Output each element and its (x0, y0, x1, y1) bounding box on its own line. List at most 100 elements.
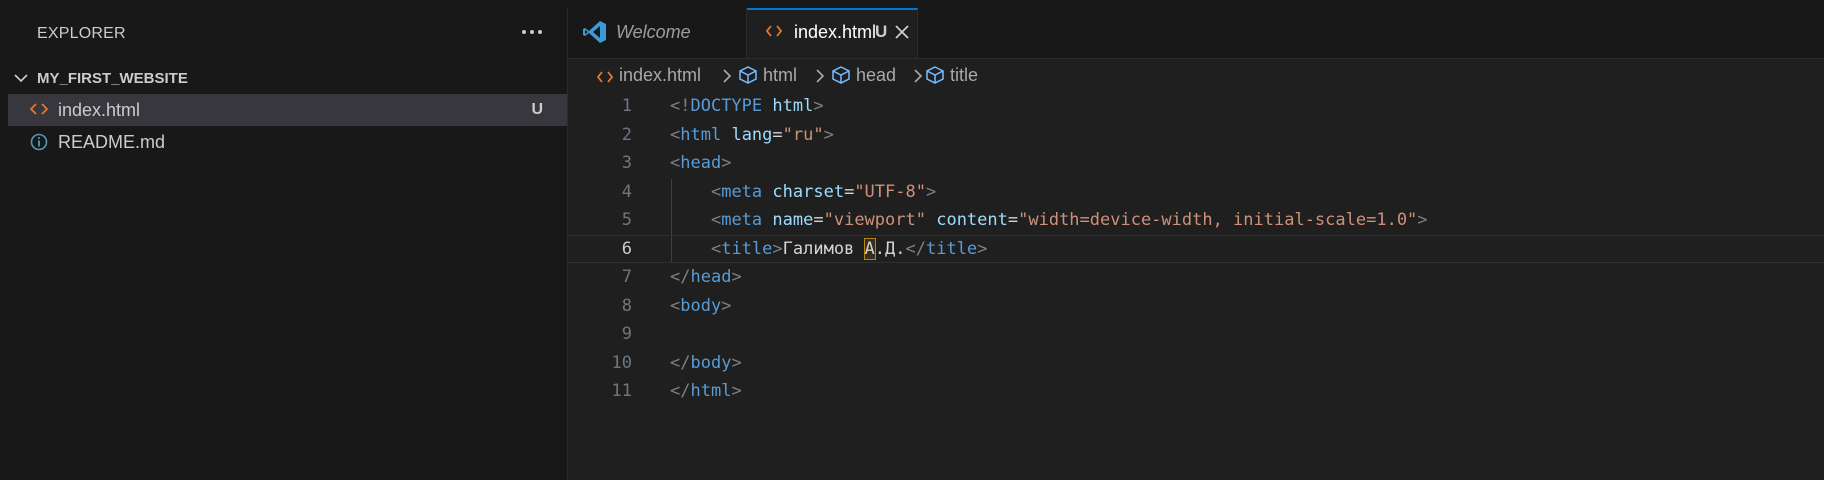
breadcrumb-item-title[interactable]: title (926, 65, 978, 87)
folder-my-first-website[interactable]: MY_FIRST_WEBSITE (0, 64, 567, 94)
breadcrumb-label: html (763, 65, 798, 85)
line-number: 6 (621, 239, 632, 259)
code-token: </ (905, 239, 926, 259)
code-token: < (670, 296, 681, 316)
code-token: "UTF-8" (854, 182, 926, 202)
code-line[interactable]: 4 <meta charset="UTF-8"> (568, 178, 1824, 206)
code-token: Галимов (782, 239, 865, 259)
code-line[interactable]: 7 </head> (568, 263, 1824, 291)
chevron-down-icon (14, 74, 28, 83)
close-icon[interactable] (894, 24, 910, 40)
code-token: < (670, 125, 681, 145)
editor-tab-bar: Welcome index.html U (568, 8, 1824, 59)
code-token: </ (670, 381, 691, 401)
untracked-badge: U (531, 101, 543, 118)
code-token: > (731, 267, 742, 287)
code-token: html (680, 125, 722, 145)
code-token: charset (772, 182, 845, 202)
code-editor[interactable]: 1 <!DOCTYPE html> 2 <html lang="ru"> 3 <head>… (568, 92, 1824, 480)
html-file-icon (30, 103, 48, 115)
code-token: html (690, 381, 732, 401)
explorer-header: EXPLORER (0, 8, 567, 58)
element-cube-icon (739, 66, 757, 84)
file-item-readme-md[interactable]: README.md (8, 126, 567, 158)
breadcrumb-label: index.html (619, 65, 702, 85)
code-token: title (925, 239, 978, 259)
code-token: "ru" (782, 125, 824, 145)
code-token: "viewport" (823, 210, 926, 230)
tab-label: index.html (794, 22, 877, 42)
code-token: title (721, 239, 773, 259)
line-number: 3 (621, 153, 632, 173)
file-label: README.md (58, 132, 166, 152)
code-text: </body> (670, 349, 742, 377)
code-token: > (721, 296, 732, 316)
breadcrumb-item-head[interactable]: head (832, 65, 896, 87)
file-item-index-html[interactable]: index.html U (8, 94, 567, 126)
code-text: <body> (670, 292, 731, 320)
code-token: lang (731, 125, 773, 145)
breadcrumb-item-html[interactable]: html (739, 65, 797, 87)
code-token: head (690, 267, 732, 287)
code-token: > (731, 381, 742, 401)
explorer-title: EXPLORER (37, 25, 126, 42)
code-line[interactable]: 5 <meta name="viewport" content="width=d… (568, 206, 1824, 234)
code-token: </ (670, 267, 691, 287)
code-line[interactable]: 1 <!DOCTYPE html> (568, 92, 1824, 120)
code-token: "width=device-width, initial-scale=1.0" (1018, 210, 1418, 230)
code-token: </ (670, 353, 691, 373)
vscode-icon (583, 21, 606, 43)
line-number: 9 (621, 324, 632, 344)
breadcrumb-label: head (856, 65, 897, 85)
code-text: <head> (670, 149, 731, 177)
element-cube-icon (926, 66, 944, 84)
code-token: body (690, 353, 732, 373)
folder-name: MY_FIRST_WEBSITE (37, 70, 188, 87)
breadcrumb-item-file[interactable]: index.html (596, 65, 702, 87)
tab-welcome[interactable]: Welcome (568, 8, 747, 58)
code-token: = (813, 210, 824, 230)
code-line[interactable]: 3 <head> (568, 149, 1824, 177)
code-token: DOCTYPE (690, 96, 763, 116)
code-token: > (977, 239, 988, 259)
code-token: = (1007, 210, 1019, 230)
html-file-icon (596, 71, 614, 83)
code-token: > (1417, 210, 1428, 230)
element-cube-icon (832, 66, 850, 84)
code-token: > (772, 239, 783, 259)
html-file-icon (766, 25, 782, 37)
line-number: 11 (611, 381, 632, 401)
code-token: = (772, 125, 783, 145)
line-number: 10 (611, 353, 632, 373)
code-line[interactable]: 11 </html> (568, 377, 1824, 405)
ellipsis-icon[interactable] (518, 20, 546, 44)
code-line[interactable]: 10 </body> (568, 349, 1824, 377)
code-text: <meta charset="UTF-8"> (670, 178, 936, 206)
code-line[interactable]: 9 (568, 320, 1824, 348)
code-line[interactable]: 8 <body> (568, 292, 1824, 320)
code-token: > (925, 182, 937, 202)
line-number: 1 (621, 96, 632, 116)
code-token: = (844, 182, 855, 202)
code-line[interactable]: 6 <title>Галимов А.Д.</title> (568, 235, 1824, 263)
breadcrumb: index.html html head title (568, 62, 1824, 90)
code-text: <title>Галимов А.Д.</title> (670, 236, 987, 262)
code-text: </html> (670, 377, 742, 405)
code-token: > (731, 353, 742, 373)
code-line[interactable]: 2 <html lang="ru"> (568, 121, 1824, 149)
chevron-right-icon (723, 69, 732, 83)
code-text: <!DOCTYPE html> (670, 92, 824, 120)
code-token: <! (670, 96, 691, 116)
code-token: .Д. (874, 239, 906, 259)
code-token: meta (721, 210, 763, 230)
code-token: > (813, 96, 824, 116)
tab-index-html[interactable]: index.html U (747, 8, 918, 58)
chevron-right-icon (914, 69, 923, 83)
chevron-right-icon (816, 69, 825, 83)
code-token: name (772, 210, 814, 230)
code-text: <meta name="viewport" content="width=dev… (670, 206, 1428, 234)
